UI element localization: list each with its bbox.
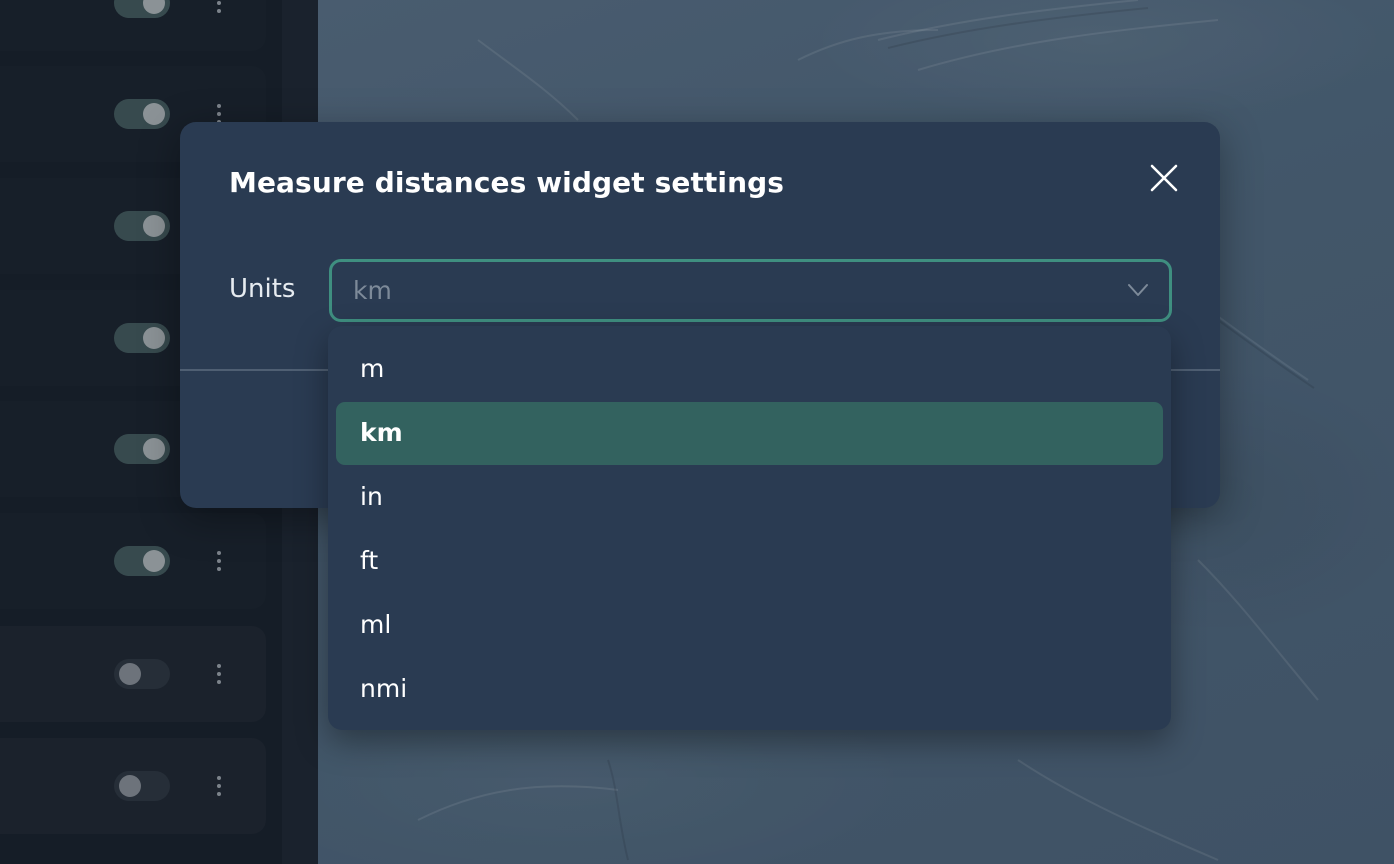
close-button[interactable] <box>1144 158 1184 198</box>
close-icon <box>1150 164 1178 192</box>
units-option-label: km <box>360 418 403 447</box>
units-option-nmi[interactable]: nmi <box>336 658 1163 721</box>
units-option-label: in <box>360 482 383 511</box>
units-option-label: m <box>360 354 385 383</box>
units-dropdown-list: m km in ft ml nmi <box>328 326 1171 730</box>
units-option-label: ft <box>360 546 379 575</box>
chevron-down-icon <box>1128 284 1148 296</box>
units-option-ft[interactable]: ft <box>336 530 1163 593</box>
units-select-value: km <box>353 276 392 305</box>
modal-title: Measure distances widget settings <box>229 166 785 199</box>
units-option-m[interactable]: m <box>336 338 1163 401</box>
units-option-label: nmi <box>360 674 408 703</box>
units-option-km[interactable]: km <box>336 402 1163 465</box>
units-select[interactable]: km <box>329 259 1172 322</box>
units-option-ml[interactable]: ml <box>336 594 1163 657</box>
units-option-label: ml <box>360 610 392 639</box>
units-label: Units <box>229 274 296 304</box>
units-option-in[interactable]: in <box>336 466 1163 529</box>
